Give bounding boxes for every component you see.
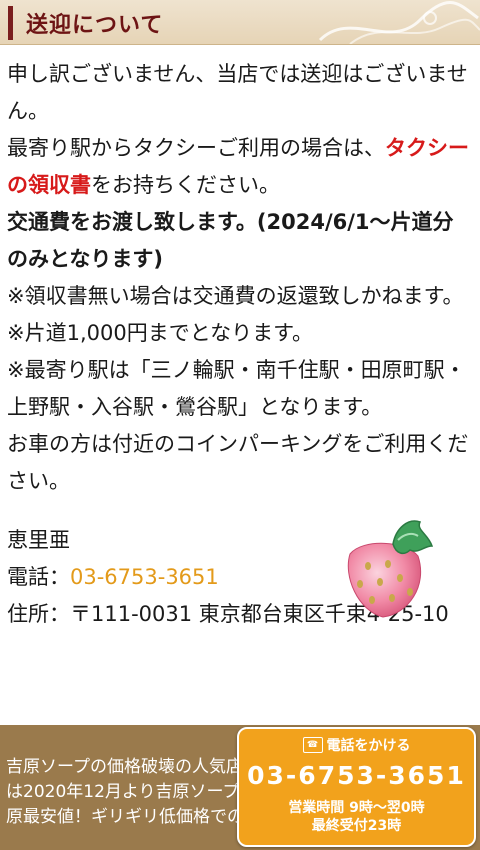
notice-line-3: 交通費をお渡し致します。(2024/6/1〜片道分のみとなります) (7, 210, 454, 271)
call-button-header: ☎ 電話をかける (239, 735, 474, 755)
call-phone-number: 03-6753-3651 (247, 761, 466, 790)
notice-text: 最寄り駅からタクシーご利用の場合は、 (7, 136, 385, 160)
notice-line-1: 申し訳ございません、当店では送迎はございません。 (7, 62, 468, 123)
call-button[interactable]: ☎ 電話をかける 03-6753-3651 営業時間 9時〜翌0時 最終受付23時 (237, 727, 476, 847)
ornament-swirl-icon (318, 1, 480, 44)
section-title: 送迎について (26, 13, 164, 38)
address-label: 住所： (7, 602, 70, 626)
phone-link[interactable]: 03-6753-3651 (70, 565, 219, 589)
last-entry-text: 最終受付23時 (311, 818, 402, 834)
notice-line-7: お車の方は付近のコインパーキングをご利用ください。 (7, 432, 469, 493)
notice-text: をお持ちください。 (91, 173, 280, 197)
strawberry-icon (347, 520, 434, 618)
notice-line-6: ※最寄り駅は「三ノ輪駅・南千住駅・田原町駅・上野駅・入谷駅・鶯谷駅」となります。 (7, 358, 466, 419)
notice-line-2: 最寄り駅からタクシーご利用の場合は、タクシーの領収書をお持ちください。 (7, 130, 473, 204)
notice-line-5: ※片道1,000円までとなります。 (7, 321, 313, 345)
phone-label: 電話： (7, 565, 70, 589)
section-header: 送迎について (0, 0, 480, 45)
phone-badge-icon: ☎ (302, 737, 323, 753)
hours-text: 営業時間 9時〜翌0時 (288, 800, 425, 816)
notice-line-4: ※領収書無い場合は交通費の返還致しかねます。 (7, 284, 464, 308)
call-label: 電話をかける (326, 738, 411, 754)
header-accent-bar (8, 6, 13, 40)
business-hours: 営業時間 9時〜翌0時 最終受付23時 (239, 799, 474, 835)
